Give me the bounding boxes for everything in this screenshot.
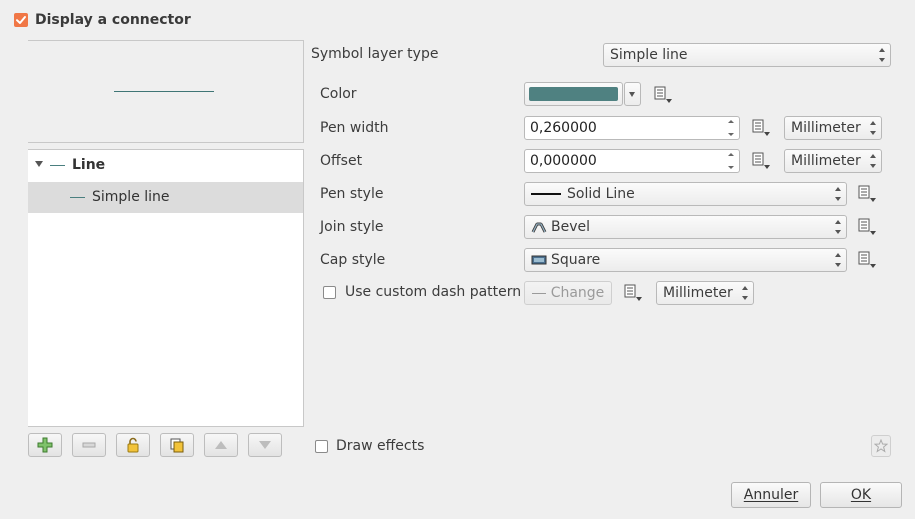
join-style-label: Join style [320, 219, 384, 235]
display-connector-label[interactable]: Display a connector [35, 12, 191, 28]
draw-effects-label[interactable]: Draw effects [336, 438, 424, 454]
tree-item-simple-line[interactable]: Simple line [28, 182, 303, 213]
duplicate-layer-button[interactable] [160, 433, 194, 457]
chevron-down-icon [629, 92, 635, 97]
symbol-layer-type-value: Simple line [610, 47, 688, 63]
select-arrows-icon [835, 187, 841, 201]
draw-effects-checkbox[interactable] [315, 440, 328, 453]
ok-button-label: OK [850, 487, 872, 503]
tree-item-line[interactable]: Line [28, 150, 303, 181]
add-layer-icon [37, 437, 53, 453]
select-arrows-icon [870, 121, 876, 135]
data-defined-override-color[interactable] [653, 85, 673, 109]
data-defined-override-dash[interactable] [623, 283, 643, 307]
symbol-preview [28, 40, 304, 143]
offset-value: 0,000000 [530, 153, 597, 169]
symbol-layer-tree[interactable]: Line Simple line [28, 149, 304, 427]
dash-line-icon [531, 292, 546, 294]
offset-label: Offset [320, 153, 363, 169]
pen-width-value: 0,260000 [530, 120, 597, 136]
cap-style-select[interactable]: Square [524, 248, 847, 272]
join-style-value: Bevel [551, 219, 591, 235]
data-defined-override-offset[interactable] [751, 151, 771, 175]
pen-style-label: Pen style [320, 186, 384, 202]
select-arrows-icon [742, 286, 748, 300]
pen-style-value: Solid Line [567, 186, 635, 202]
data-defined-override-pen-style[interactable] [857, 184, 877, 208]
color-swatch [529, 87, 618, 101]
color-dropdown-button[interactable] [624, 82, 641, 106]
data-defined-override-pen-width[interactable] [751, 118, 771, 142]
lock-layer-button[interactable] [116, 433, 150, 457]
remove-layer-icon [82, 442, 96, 448]
remove-layer-button[interactable] [72, 433, 106, 457]
spin-arrows-icon[interactable] [724, 151, 738, 171]
simple-line-symbol-icon [70, 197, 85, 198]
solid-line-icon [531, 193, 561, 195]
data-defined-icon [654, 86, 672, 103]
bevel-join-icon [531, 222, 547, 233]
symbol-layer-type-select[interactable]: Simple line [603, 43, 891, 67]
pen-width-unit-value: Millimeter [791, 120, 861, 136]
pen-width-unit-select[interactable]: Millimeter [784, 116, 882, 140]
dash-unit-select[interactable]: Millimeter [656, 281, 754, 305]
select-arrows-icon [879, 48, 885, 62]
change-dash-button[interactable]: Change [524, 281, 612, 305]
cancel-button-label: Annuler [743, 487, 799, 503]
move-down-icon [259, 441, 271, 449]
data-defined-icon [624, 284, 642, 301]
lock-icon [127, 437, 139, 453]
offset-input[interactable]: 0,000000 [524, 149, 740, 173]
data-defined-icon [858, 218, 876, 235]
checkmark-icon [16, 16, 26, 24]
display-connector-checkbox[interactable] [14, 13, 28, 27]
custom-dash-label[interactable]: Use custom dash pattern [345, 284, 521, 300]
preview-line-sample [114, 91, 214, 92]
join-style-select[interactable]: Bevel [524, 215, 847, 239]
star-effects-icon [874, 439, 888, 453]
offset-unit-value: Millimeter [791, 153, 861, 169]
data-defined-override-join-style[interactable] [857, 217, 877, 241]
cap-style-value: Square [551, 252, 601, 268]
ok-button[interactable]: OK [820, 482, 902, 508]
expand-arrow-icon[interactable] [35, 161, 43, 167]
tree-item-line-label: Line [72, 157, 106, 173]
move-down-button[interactable] [248, 433, 282, 457]
move-up-button[interactable] [204, 433, 238, 457]
add-layer-button[interactable] [28, 433, 62, 457]
data-defined-icon [752, 152, 770, 169]
effects-settings-button[interactable] [871, 435, 891, 457]
custom-dash-checkbox[interactable] [323, 286, 336, 299]
line-symbol-icon [50, 165, 65, 166]
select-arrows-icon [870, 154, 876, 168]
move-up-icon [215, 441, 227, 449]
duplicate-icon [170, 438, 184, 453]
offset-unit-select[interactable]: Millimeter [784, 149, 882, 173]
select-arrows-icon [835, 253, 841, 267]
pen-width-input[interactable]: 0,260000 [524, 116, 740, 140]
pen-style-select[interactable]: Solid Line [524, 182, 847, 206]
data-defined-icon [858, 251, 876, 268]
pen-width-label: Pen width [320, 120, 389, 136]
data-defined-icon [858, 185, 876, 202]
spin-arrows-icon[interactable] [724, 118, 738, 138]
dash-unit-value: Millimeter [663, 285, 733, 301]
data-defined-override-cap-style[interactable] [857, 250, 877, 274]
change-dash-label: Change [550, 285, 605, 301]
symbol-layer-type-label: Symbol layer type [311, 46, 439, 62]
cancel-button[interactable]: Annuler [731, 482, 811, 508]
square-cap-icon [531, 255, 547, 265]
color-label: Color [320, 86, 357, 102]
select-arrows-icon [835, 220, 841, 234]
cap-style-label: Cap style [320, 252, 386, 268]
color-button[interactable] [524, 82, 623, 106]
tree-item-simple-line-label: Simple line [92, 189, 170, 205]
data-defined-icon [752, 119, 770, 136]
